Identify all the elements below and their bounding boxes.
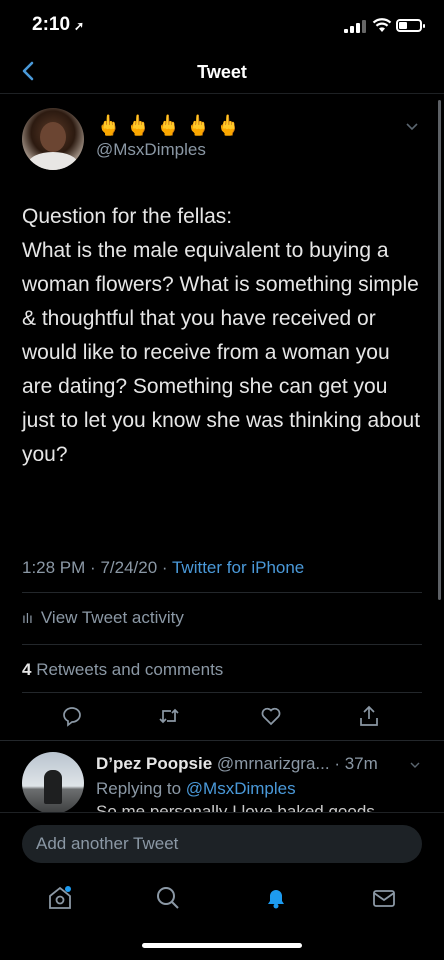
chevron-down-icon[interactable] [405, 120, 419, 134]
retweet-icon[interactable] [157, 704, 181, 728]
retweets-label: Retweets and comments [36, 660, 224, 679]
navigation-bar: Tweet [0, 50, 444, 94]
tab-bar [0, 874, 444, 924]
reply-author-name: D’pez Poopsie [96, 754, 213, 773]
tweet-meta: 1:28 PM · 7/24/20 · Twitter for iPhone [22, 558, 305, 577]
author-handle[interactable]: @MsxDimples [96, 140, 206, 160]
share-icon[interactable] [357, 704, 381, 728]
author-avatar[interactable] [22, 108, 84, 170]
reply-author-avatar[interactable] [22, 752, 84, 814]
heart-icon[interactable] [259, 704, 283, 728]
retweets-link[interactable]: 4 Retweets and comments [22, 660, 223, 680]
wifi-icon [372, 18, 392, 32]
battery-icon [396, 19, 425, 32]
reply-text: So me personally I love baked goods [96, 802, 375, 812]
scrollbar[interactable] [438, 100, 441, 600]
page-title: Tweet [197, 62, 247, 82]
tweet-actions [0, 704, 444, 732]
search-icon[interactable] [154, 884, 182, 912]
divider [22, 592, 422, 593]
reply-icon[interactable] [60, 704, 84, 728]
retweets-count: 4 [22, 660, 32, 679]
status-bar: 2:10 ➚ [0, 0, 444, 50]
tweet-date: 7/24/20 [100, 558, 158, 577]
signal-icon [344, 20, 366, 33]
home-icon[interactable] [46, 884, 74, 912]
reply-author-handle: @mrnarizgra... [216, 754, 330, 773]
chevron-down-icon[interactable] [410, 760, 420, 770]
mail-icon[interactable] [370, 884, 398, 912]
divider [22, 644, 422, 645]
divider [0, 740, 444, 741]
reply-age: · 37m [334, 754, 378, 773]
tweet-time: 1:28 PM [22, 558, 86, 577]
compose-bar: Add another Tweet [0, 812, 444, 874]
tweet-text: Question for the fellas: What is the mal… [22, 205, 421, 466]
activity-label: View Tweet activity [40, 608, 184, 627]
view-activity-button[interactable]: ılı View Tweet activity [22, 608, 184, 628]
replying-to: Replying to @MsxDimples [96, 779, 296, 798]
home-indicator[interactable] [142, 943, 302, 948]
replying-to-mention[interactable]: @MsxDimples [186, 779, 296, 798]
author-display-name[interactable]: 🖕🖕🖕🖕🖕 [96, 113, 246, 138]
tweet-source-link[interactable]: Twitter for iPhone [172, 558, 304, 577]
battery-fill [399, 22, 407, 29]
bar-chart-icon: ılı [22, 610, 33, 626]
divider [22, 692, 422, 693]
reply-header[interactable]: D’pez Poopsie @mrnarizgra... · 37m [96, 754, 378, 774]
bell-icon[interactable] [262, 884, 290, 912]
location-arrow-icon: ➚ [74, 19, 85, 33]
status-time: 2:10 ➚ [32, 14, 85, 35]
add-tweet-input[interactable]: Add another Tweet [22, 825, 422, 863]
